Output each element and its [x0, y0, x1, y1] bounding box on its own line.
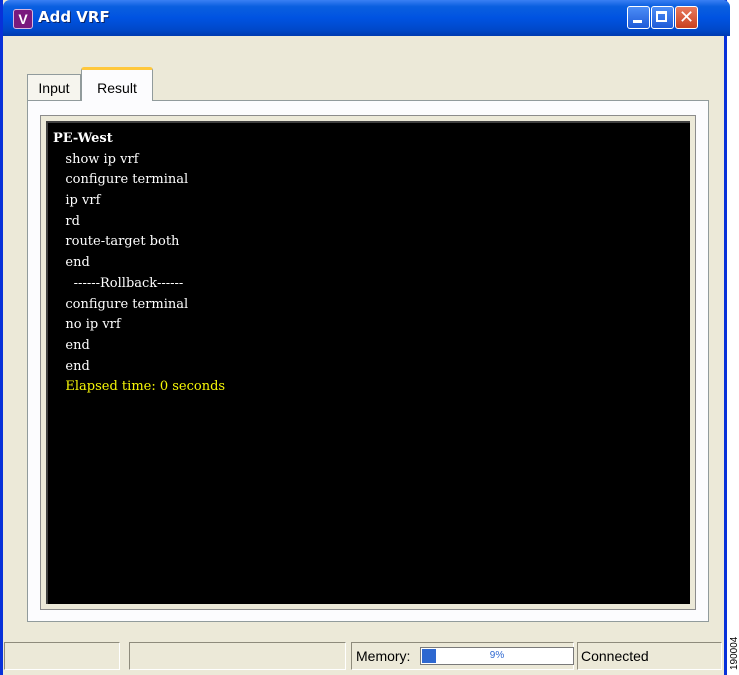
maximize-icon: [656, 11, 667, 22]
memory-percent: 9%: [489, 650, 505, 661]
result-console[interactable]: PE-West show ip vrf configure terminal i…: [46, 121, 690, 604]
status-cell-empty-1: [4, 642, 120, 670]
console-line-elapsed-time: Elapsed time: 0 seconds: [53, 379, 226, 395]
window-title: Add VRF: [38, 8, 110, 26]
tab-result[interactable]: Result: [81, 67, 153, 101]
memory-label: Memory:: [356, 648, 411, 664]
close-button[interactable]: ✕: [675, 6, 698, 29]
console-line: rd: [53, 213, 80, 229]
console-line: no ip vrf: [53, 317, 121, 333]
console-line: end: [53, 255, 90, 271]
memory-progress-bar: 9%: [420, 647, 574, 665]
minimize-icon: [633, 20, 642, 23]
tab-input[interactable]: Input: [27, 74, 81, 100]
figure-id: 190004: [729, 636, 739, 670]
console-line: end: [53, 358, 90, 374]
connection-status: Connected: [577, 642, 722, 670]
connection-status-text: Connected: [581, 648, 649, 664]
console-line: configure terminal: [53, 296, 189, 312]
console-line: configure terminal: [53, 172, 189, 188]
title-bar[interactable]: V Add VRF ✕: [3, 0, 730, 36]
console-line: route-target both: [53, 234, 180, 250]
console-line-rollback-separator: ------Rollback------: [53, 275, 184, 291]
app-icon: V: [13, 9, 33, 29]
status-bar: Memory: 9% Connected: [0, 637, 727, 671]
console-line: ip vrf: [53, 193, 101, 209]
memory-indicator: Memory: 9%: [351, 642, 574, 670]
console-line: show ip vrf: [53, 151, 139, 167]
console-line: end: [53, 337, 90, 353]
console-line-host: PE-West: [53, 131, 113, 146]
maximize-button[interactable]: [651, 6, 674, 29]
close-icon: ✕: [678, 7, 695, 28]
status-cell-empty-2: [129, 642, 346, 670]
minimize-button[interactable]: [627, 6, 650, 29]
